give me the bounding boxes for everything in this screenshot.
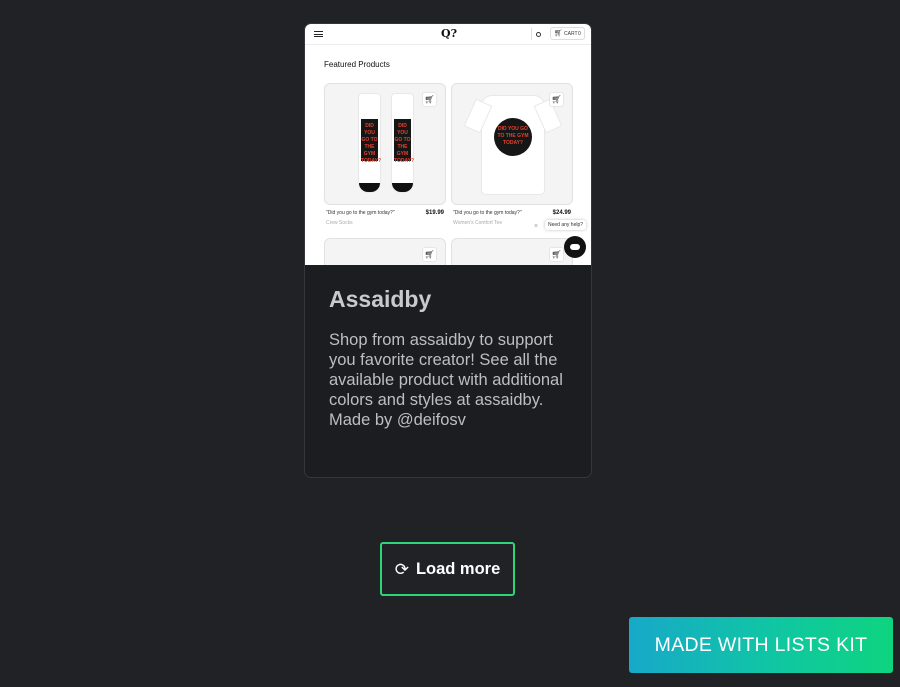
close-icon: × <box>533 223 539 230</box>
cart-plus-icon: 🛒︎ <box>422 247 437 262</box>
refresh-icon: ⟳ <box>394 559 409 579</box>
tee-print: DID YOU GO TO THE GYM TODAY? <box>494 118 532 156</box>
product-tile: DID YOU GO TO THE GYM TODAY? DID YOU GO … <box>324 83 446 233</box>
product-subtitle: Women's Comfort Tee <box>453 220 503 226</box>
cart-plus-icon: 🛒︎ <box>422 92 437 107</box>
shop-preview-screenshot: Q? 🛒︎ CART 0 Featured Products DID YOU G… <box>305 24 591 265</box>
card-title: Assaidby <box>329 286 432 312</box>
made-with-label: MADE WITH LISTS KIT <box>654 633 868 656</box>
chat-icon <box>564 236 586 258</box>
header-divider <box>531 28 532 40</box>
product-subtitle: Crew Socks <box>326 220 353 226</box>
search-icon <box>536 32 541 37</box>
product-name: "Did you go to the gym today?" <box>326 210 395 216</box>
made-with-lists-kit-button[interactable]: MADE WITH LISTS KIT <box>629 617 893 673</box>
product-name: "Did you go to the gym today?" <box>453 210 522 216</box>
product-image: 🛒︎ <box>451 238 573 265</box>
cart-count: 0 <box>578 31 581 37</box>
load-more-label: Load more <box>415 559 501 578</box>
t-shirt-shape: DID YOU GO TO THE GYM TODAY? <box>482 96 544 194</box>
cart-plus-icon: 🛒︎ <box>549 247 564 262</box>
project-card[interactable]: Q? 🛒︎ CART 0 Featured Products DID YOU G… <box>304 23 592 478</box>
sock-left: DID YOU GO TO THE GYM TODAY? <box>359 94 381 192</box>
cart-plus-icon: 🛒︎ <box>549 92 564 107</box>
product-image-socks: DID YOU GO TO THE GYM TODAY? DID YOU GO … <box>324 83 446 205</box>
load-more-button[interactable]: ⟳ Load more <box>380 542 515 596</box>
cart-label: CART <box>564 31 578 37</box>
featured-products-heading: Featured Products <box>324 60 390 69</box>
cart-button: 🛒︎ CART 0 <box>550 27 585 40</box>
product-image-tshirt: DID YOU GO TO THE GYM TODAY? 🛒︎ <box>451 83 573 205</box>
sock-print: DID YOU GO TO THE GYM TODAY? <box>361 119 381 164</box>
help-bubble: Need any help? <box>545 220 587 230</box>
product-price: $24.99 <box>552 210 571 216</box>
product-tile: 🛒︎ <box>451 238 573 265</box>
sock-print: DID YOU GO TO THE GYM TODAY? <box>394 119 414 164</box>
product-tile: DID YOU GO TO THE GYM TODAY? 🛒︎ "Did you… <box>451 83 573 233</box>
sock-right: DID YOU GO TO THE GYM TODAY? <box>392 94 414 192</box>
shop-header: Q? 🛒︎ CART 0 <box>305 24 591 45</box>
cart-icon: 🛒︎ <box>554 30 563 37</box>
product-tile: 🛒︎ <box>324 238 446 265</box>
card-description: Shop from assaidby to support you favori… <box>329 331 563 429</box>
shop-logo: Q? <box>440 27 458 40</box>
product-image: 🛒︎ <box>324 238 446 265</box>
product-price: $19.99 <box>425 210 444 216</box>
